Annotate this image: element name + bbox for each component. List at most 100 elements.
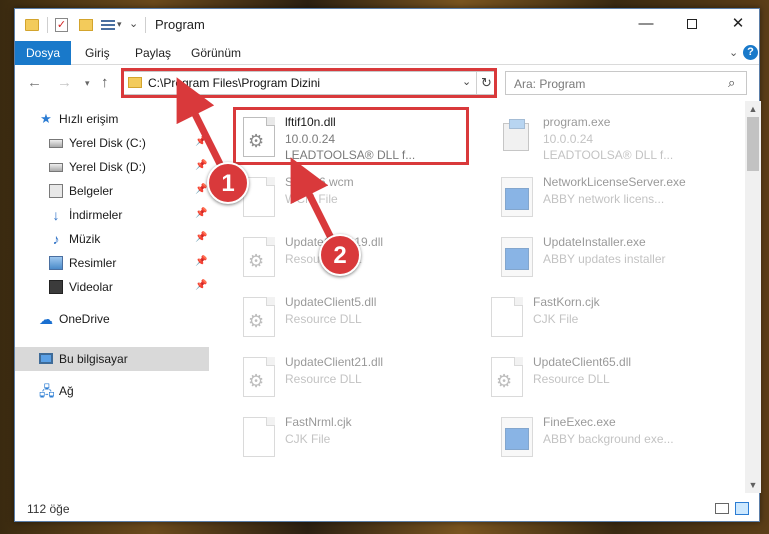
file-name: program.exe	[543, 115, 611, 129]
properties-check-icon[interactable]: ✓	[55, 18, 68, 32]
sidebar-item-label: Resimler	[69, 256, 117, 270]
dll-gear-icon: ⚙	[243, 297, 275, 337]
dll-gear-icon: ⚙	[491, 357, 523, 397]
sidebar-item-downloads[interactable]: ↓ İndirmeler 📌	[15, 203, 209, 227]
pin-icon[interactable]: 📌	[195, 184, 207, 195]
file-tile[interactable]: ⚙ UpdateClient21.dll Resource DLL	[237, 351, 477, 407]
new-folder-icon[interactable]	[79, 19, 93, 31]
forward-button[interactable]: →	[57, 74, 72, 91]
document-icon	[491, 297, 523, 337]
tab-home[interactable]: Giriş	[85, 41, 110, 65]
download-icon: ↓	[52, 207, 60, 223]
properties-icon[interactable]	[101, 18, 115, 32]
details-view-icon[interactable]	[715, 503, 729, 514]
file-tile[interactable]: SWP16.wcm WCM File	[237, 171, 477, 227]
file-name: NetworkLicenseServer.exe	[543, 175, 686, 189]
sidebar-item-label: Bu bilgisayar	[59, 352, 128, 366]
folder-icon	[25, 19, 39, 31]
close-button[interactable]: ✕	[715, 9, 761, 39]
sidebar-item-quick-access[interactable]: ★ Hızlı erişim	[15, 107, 209, 131]
sidebar-item-label: Videolar	[69, 280, 113, 294]
file-description: ABBY updates installer	[543, 252, 666, 266]
tab-view[interactable]: Görünüm	[191, 41, 241, 65]
back-button[interactable]: ←	[27, 74, 42, 91]
maximize-icon	[687, 19, 697, 30]
network-icon: 🖧	[39, 383, 55, 399]
sidebar-item-label: İndirmeler	[69, 208, 123, 222]
step-2-badge: 2	[319, 234, 361, 276]
file-version: 10.0.0.24	[543, 132, 594, 146]
scroll-thumb[interactable]	[747, 117, 759, 171]
dll-gear-icon: ⚙	[243, 237, 275, 277]
chevron-down-icon[interactable]: ▾	[117, 19, 122, 35]
file-name: FastKorn.cjk	[533, 295, 600, 309]
scroll-down-icon[interactable]: ▼	[745, 477, 761, 493]
sidebar-item-network[interactable]: 🖧 Ağ	[15, 379, 209, 403]
file-description: ABBY network licens...	[543, 192, 665, 206]
sidebar-item-onedrive[interactable]: ☁ OneDrive	[15, 307, 209, 331]
file-list: ⚙ lftif10n.dll 10.0.0.24 LEADTOOLSA® DLL…	[211, 101, 743, 493]
file-tile[interactable]: FastKorn.cjk CJK File	[485, 291, 725, 347]
navigation-pane: ★ Hızlı erişim Yerel Disk (C:) 📌 Yerel D…	[15, 101, 209, 493]
help-icon[interactable]: ?	[743, 45, 758, 60]
exe-window-icon	[501, 237, 533, 277]
file-type: Resource DLL	[285, 312, 362, 326]
ribbon-tabs: Dosya Giriş Paylaş Görünüm ⌄ ?	[15, 41, 759, 65]
search-placeholder: Ara: Program	[514, 77, 586, 91]
search-icon[interactable]: ⌕	[728, 75, 735, 91]
scroll-up-icon[interactable]: ▲	[745, 101, 761, 117]
customize-toolbar-icon[interactable]: ⌄	[129, 17, 138, 33]
window-title: Program	[155, 17, 205, 32]
expand-ribbon-icon[interactable]: ⌄	[729, 46, 738, 59]
sidebar-item-label: OneDrive	[59, 312, 110, 326]
drive-icon	[49, 163, 63, 172]
file-tile[interactable]: program.exe 10.0.0.24 LEADTOOLSA® DLL f.…	[495, 111, 735, 167]
pin-icon[interactable]: 📌	[195, 256, 207, 267]
tab-share[interactable]: Paylaş	[135, 41, 171, 65]
status-bar: 112 öğe	[15, 495, 759, 521]
file-tile[interactable]: FastNrml.cjk CJK File	[237, 411, 477, 467]
sidebar-item-this-pc[interactable]: Bu bilgisayar	[15, 347, 209, 371]
recent-locations-icon[interactable]: ▾	[85, 78, 90, 89]
pin-icon[interactable]: 📌	[195, 280, 207, 291]
file-tile[interactable]: ⚙ UpdateClient5.dll Resource DLL	[237, 291, 477, 347]
file-tile[interactable]: FineExec.exe ABBY background exe...	[495, 411, 735, 467]
file-tile[interactable]: NetworkLicenseServer.exe ABBY network li…	[495, 171, 735, 227]
sidebar-item-music[interactable]: ♪ Müzik 📌	[15, 227, 209, 251]
file-name: UpdateClient5.dll	[285, 295, 377, 309]
sidebar-item-label: Yerel Disk (D:)	[69, 160, 146, 174]
file-description: LEADTOOLSA® DLL f...	[543, 148, 674, 162]
step-1-badge: 1	[207, 162, 249, 204]
file-highlight-box	[233, 107, 469, 165]
pin-icon[interactable]: 📌	[195, 232, 207, 243]
title-bar: ✓ ▾ ⌄ Program — ✕	[15, 9, 759, 41]
file-name: UpdateClient65.dll	[533, 355, 632, 369]
pin-icon[interactable]: 📌	[195, 208, 207, 219]
pin-icon[interactable]: 📌	[195, 136, 207, 147]
drive-icon	[49, 139, 63, 148]
navigation-bar: ← → ▾ ↑ C:\Program Files\Program Dizini …	[15, 66, 759, 100]
tab-file[interactable]: Dosya	[15, 41, 71, 65]
sidebar-item-disk-c[interactable]: Yerel Disk (C:) 📌	[15, 131, 209, 155]
sidebar-item-documents[interactable]: Belgeler 📌	[15, 179, 209, 203]
explorer-window: ✓ ▾ ⌄ Program — ✕ Dosya Giriş Paylaş Gör…	[14, 8, 761, 522]
vertical-scrollbar[interactable]: ▲ ▼	[745, 101, 761, 493]
sidebar-item-videos[interactable]: Videolar 📌	[15, 275, 209, 299]
file-tile[interactable]: ⚙ UpdateClient65.dll Resource DLL	[485, 351, 725, 407]
file-name: UpdateClient21.dll	[285, 355, 384, 369]
minimize-button[interactable]: —	[623, 9, 669, 39]
sidebar-item-pictures[interactable]: Resimler 📌	[15, 251, 209, 275]
program-exe-icon	[501, 117, 533, 157]
search-input[interactable]: Ara: Program ⌕	[505, 71, 747, 95]
maximize-button[interactable]	[669, 9, 715, 39]
file-name: FastNrml.cjk	[285, 415, 352, 429]
file-tile[interactable]: UpdateInstaller.exe ABBY updates install…	[495, 231, 735, 287]
title-separator	[145, 17, 146, 33]
file-name: UpdateInstaller.exe	[543, 235, 646, 249]
file-type: Resource DLL	[533, 372, 610, 386]
pin-icon[interactable]: 📌	[195, 160, 207, 171]
up-button[interactable]: ↑	[101, 74, 109, 91]
exe-window-icon	[501, 177, 533, 217]
tiles-view-icon[interactable]	[735, 502, 749, 515]
sidebar-item-disk-d[interactable]: Yerel Disk (D:) 📌	[15, 155, 209, 179]
